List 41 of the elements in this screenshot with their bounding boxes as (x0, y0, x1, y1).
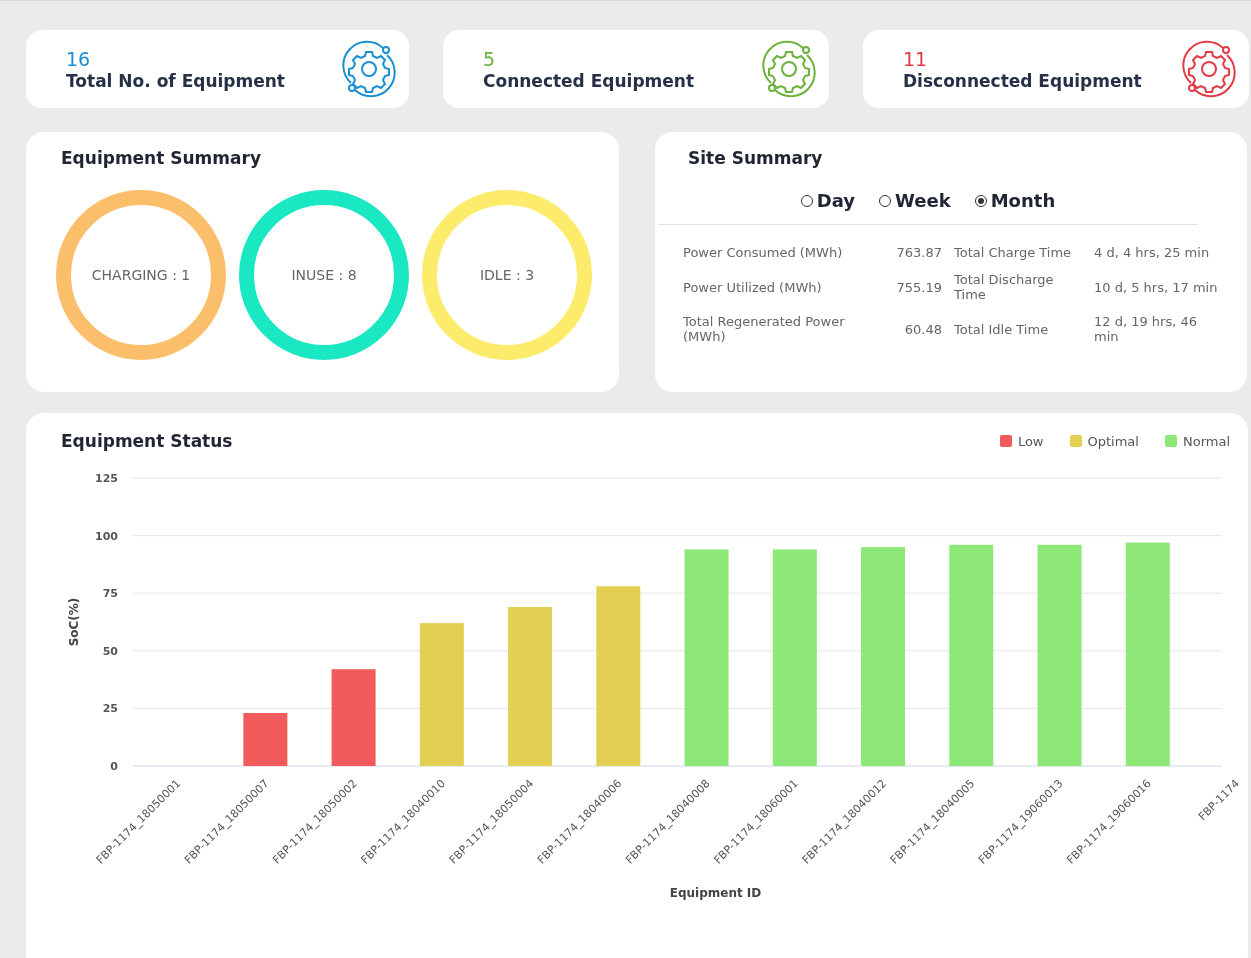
stat-count: 5 (483, 47, 497, 71)
y-tick-label: 25 (102, 702, 118, 716)
metric-label: Power Utilized (MWh) (683, 279, 823, 295)
card-title: Equipment Summary (61, 148, 262, 168)
y-tick-label: 125 (95, 472, 118, 485)
y-tick-label: 0 (110, 760, 118, 773)
legend-label[interactable]: Low (1017, 433, 1044, 449)
legend-label[interactable]: Optimal (1087, 433, 1139, 449)
gear-icon (1179, 39, 1239, 99)
y-tick-label: 75 (102, 587, 118, 601)
metric-label: Total Regenerated Power (MWh) (683, 314, 846, 344)
y-tick-label: 100 (95, 529, 118, 543)
gear-icon (339, 39, 399, 99)
metric-value: 763.87 (895, 245, 943, 260)
y-tick-label: 50 (102, 644, 118, 658)
y-axis-title: SoC(%) (67, 597, 81, 647)
stat-label: Total No. of Equipment (66, 71, 285, 91)
gear-icon (759, 39, 819, 99)
period-radio[interactable]: Day (800, 190, 856, 211)
period-radio[interactable]: Week (879, 190, 951, 211)
stat-label: Connected Equipment (483, 71, 695, 91)
ring-label: INUSE : 8 (291, 267, 357, 283)
metric-label: Total Idle Time (953, 321, 1050, 337)
period-radio[interactable]: Month (974, 190, 1056, 211)
stat-count: 16 (66, 47, 92, 71)
stat-count: 11 (903, 47, 929, 71)
metric-value: 4 d, 4 hrs, 25 min (1093, 245, 1211, 260)
metric-label: Total Charge Time (953, 245, 1073, 260)
metric-value: 755.19 (895, 279, 943, 295)
x-axis-title: Equipment ID (669, 886, 762, 900)
legend-label[interactable]: Normal (1182, 433, 1230, 449)
metric-value: 60.48 (903, 321, 943, 337)
card-title: Site Summary (688, 148, 824, 168)
metric-value: 10 d, 5 hrs, 17 min (1093, 279, 1218, 295)
metric-label: Power Consumed (MWh) (683, 245, 844, 260)
stat-label: Disconnected Equipment (903, 71, 1142, 91)
metric-value: 12 d, 19 hrs, 46 min (1093, 314, 1199, 344)
card-title: Equipment Status (61, 431, 233, 451)
metric-label: Total Discharge Time (953, 272, 1055, 302)
ring-label: IDLE : 3 (479, 267, 535, 283)
ring-label: CHARGING : 1 (91, 267, 191, 283)
